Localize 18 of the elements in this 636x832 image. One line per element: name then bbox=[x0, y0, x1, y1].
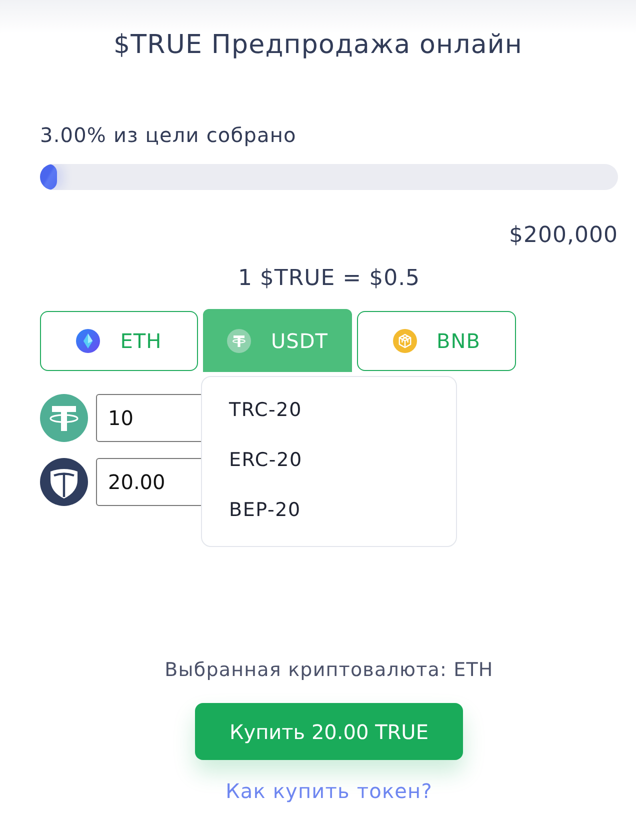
presale-title: $TRUE Предпродажа онлайн bbox=[112, 29, 524, 61]
buy-button[interactable]: Купить 20.00 TRUE bbox=[195, 703, 463, 760]
selected-currency-text: Выбранная криптовалюта: ETH bbox=[164, 658, 494, 682]
goal-amount: $200,000 bbox=[508, 222, 618, 250]
diamond-coin-icon bbox=[76, 328, 100, 352]
network-option[interactable]: BEP-20 bbox=[202, 485, 456, 535]
shield-coin-icon bbox=[40, 458, 88, 506]
progress-label: 3.00% из цели собрано bbox=[40, 122, 298, 148]
network-option[interactable]: TRC-20 bbox=[202, 385, 456, 435]
tether-coin-icon bbox=[227, 328, 252, 352]
currency-tab[interactable]: USDT bbox=[203, 309, 352, 372]
exchange-rate: 1 $TRUE = $0.5 bbox=[236, 265, 422, 293]
how-to-buy-link[interactable]: Как купить токен? bbox=[226, 778, 432, 804]
cube-coin-icon bbox=[392, 328, 417, 352]
currency-tab[interactable]: BNB bbox=[357, 310, 516, 370]
currency-tab[interactable]: ETH bbox=[40, 310, 198, 370]
tether-coin-icon bbox=[40, 394, 88, 442]
network-option[interactable]: ERC-20 bbox=[202, 435, 456, 485]
